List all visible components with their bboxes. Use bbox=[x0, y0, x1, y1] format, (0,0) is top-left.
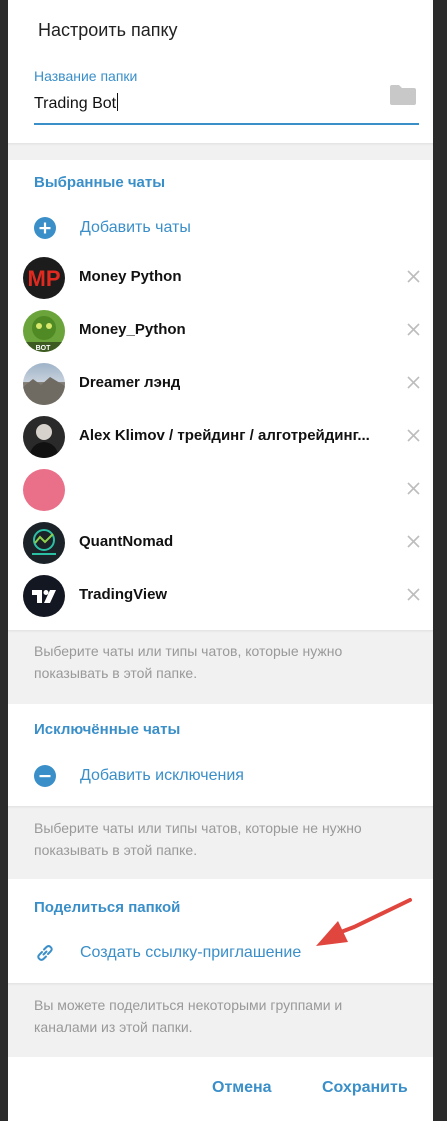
included-hint: Выберите чаты или типы чатов, которые ну… bbox=[34, 643, 343, 681]
plus-circle-icon bbox=[34, 217, 56, 239]
chat-row[interactable]: Alex Klimov / трейдинг / алготрейдинг... bbox=[8, 411, 433, 464]
chat-name: TradingView bbox=[79, 586, 168, 603]
folder-icon[interactable] bbox=[389, 84, 417, 106]
chat-name: Money_Python bbox=[79, 321, 186, 338]
quantnomad-logo-icon bbox=[32, 529, 56, 555]
chat-name: Dreamer лэнд bbox=[79, 374, 181, 391]
avatar bbox=[23, 575, 65, 617]
avatar bbox=[23, 416, 65, 458]
chat-row[interactable]: Dreamer лэнд bbox=[8, 358, 433, 411]
share-hint: Вы можете поделиться некоторыми группами… bbox=[34, 997, 343, 1035]
green-creature-icon: BOT bbox=[23, 316, 65, 352]
edit-folder-dialog: Настроить папку Название папки Trading B… bbox=[8, 0, 433, 1121]
folder-name-input[interactable]: Trading Bot bbox=[34, 93, 119, 113]
avatar bbox=[23, 363, 65, 405]
share-folder-title: Поделиться папкой bbox=[34, 899, 181, 916]
tradingview-logo-icon bbox=[32, 590, 56, 603]
avatar: MP bbox=[23, 257, 65, 299]
chat-name: QuantNomad bbox=[79, 533, 174, 550]
close-icon[interactable] bbox=[407, 376, 420, 389]
text-caret bbox=[117, 93, 119, 111]
avatar: BOT bbox=[23, 310, 65, 352]
landscape-photo-icon bbox=[23, 377, 65, 405]
dialog-title: Настроить папку bbox=[38, 20, 178, 40]
folder-name-value: Trading Bot bbox=[34, 95, 117, 112]
add-exclusions-label: Добавить исключения bbox=[80, 767, 244, 784]
cancel-button[interactable]: Отмена bbox=[212, 1079, 272, 1097]
close-icon[interactable] bbox=[407, 270, 420, 283]
close-icon[interactable] bbox=[407, 535, 420, 548]
svg-text:BOT: BOT bbox=[36, 345, 52, 352]
chat-name: Alex Klimov / трейдинг / алготрейдинг... bbox=[79, 427, 370, 444]
chat-row[interactable]: QuantNomad bbox=[8, 517, 433, 570]
add-chats-button[interactable]: Добавить чаты bbox=[8, 208, 433, 248]
chat-row[interactable] bbox=[8, 464, 433, 517]
close-icon[interactable] bbox=[407, 323, 420, 336]
section-divider bbox=[8, 143, 433, 160]
minus-circle-icon bbox=[34, 765, 56, 787]
save-button[interactable]: Сохранить bbox=[322, 1079, 408, 1097]
add-exclusions-button[interactable]: Добавить исключения bbox=[8, 756, 433, 796]
folder-name-underline bbox=[34, 123, 419, 125]
create-invite-link-button[interactable]: Создать ссылку-приглашение bbox=[8, 933, 433, 973]
avatar bbox=[23, 522, 65, 564]
mp-logo-icon: MP bbox=[28, 266, 61, 291]
chat-name: Money Python bbox=[79, 268, 182, 285]
chat-row[interactable]: TradingView bbox=[8, 570, 433, 623]
create-invite-link-label: Создать ссылку-приглашение bbox=[80, 944, 302, 961]
folder-name-label: Название папки bbox=[34, 68, 138, 84]
add-chats-label: Добавить чаты bbox=[80, 219, 191, 236]
excluded-chats-title: Исключённые чаты bbox=[34, 721, 181, 738]
share-hint-block: Вы можете поделиться некоторыми группами… bbox=[8, 983, 433, 1057]
person-photo-icon bbox=[29, 424, 59, 458]
excluded-hint-block: Выберите чаты или типы чатов, которые не… bbox=[8, 806, 433, 879]
included-chats-title: Выбранные чаты bbox=[34, 174, 166, 191]
chat-row[interactable]: MP Money Python bbox=[8, 252, 433, 305]
link-icon bbox=[37, 945, 53, 961]
svg-text:MP: MP bbox=[28, 266, 61, 291]
close-icon[interactable] bbox=[407, 429, 420, 442]
close-icon[interactable] bbox=[407, 588, 420, 601]
chat-row[interactable]: BOT Money_Python bbox=[8, 305, 433, 358]
excluded-hint: Выберите чаты или типы чатов, которые не… bbox=[34, 820, 362, 858]
close-icon[interactable] bbox=[407, 482, 420, 495]
included-hint-block: Выберите чаты или типы чатов, которые ну… bbox=[8, 630, 433, 704]
avatar bbox=[23, 469, 65, 511]
